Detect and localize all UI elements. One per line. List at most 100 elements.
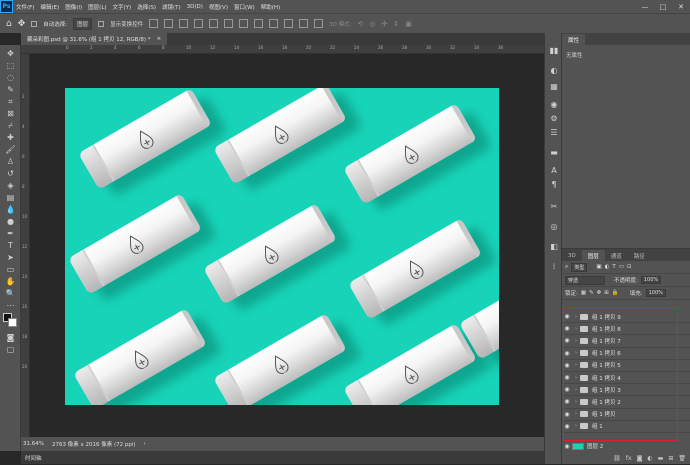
move-tool-icon[interactable]: ✥	[18, 19, 26, 29]
expand-chevron-icon[interactable]: ›	[572, 362, 580, 368]
crop-tool-icon[interactable]: ⌗	[4, 96, 17, 107]
tab-layers[interactable]: 图层	[581, 250, 605, 261]
styles-icon[interactable]: ▬	[549, 147, 559, 157]
maximize-button[interactable]: □	[654, 0, 672, 13]
lock-image-icon[interactable]: ✎	[589, 290, 594, 296]
blur-tool-icon[interactable]: 💧	[4, 204, 17, 215]
delete-layer-icon[interactable]: 🗑	[678, 455, 686, 462]
lock-artboard-icon[interactable]: ⊞	[604, 290, 609, 296]
menu-view[interactable]: 视图(V)	[206, 3, 231, 11]
path-select-icon[interactable]: ➤	[4, 252, 17, 263]
expand-chevron-icon[interactable]: ›	[572, 338, 580, 344]
visibility-eye-icon[interactable]: ◉	[562, 443, 572, 450]
navigator-icon[interactable]: ◧	[549, 241, 559, 251]
filter-shape-icon[interactable]: ▭	[619, 264, 624, 270]
layer-group-row[interactable]: ◉ › 组 1	[562, 421, 690, 433]
can-mockup[interactable]	[68, 193, 202, 295]
layer-name[interactable]: 组 1	[592, 422, 603, 430]
auto-select-dropdown[interactable]: 图层	[73, 17, 93, 30]
menu-file[interactable]: 文件(F)	[13, 3, 37, 11]
menu-type[interactable]: 文字(Y)	[110, 3, 135, 11]
slide-3d-icon[interactable]: ⇕	[393, 20, 399, 28]
can-mockup[interactable]	[73, 308, 207, 405]
can-mockup[interactable]	[343, 323, 477, 405]
auto-select-checkbox[interactable]	[31, 20, 38, 27]
document-tab[interactable]: 藏朵彩图.psd @ 31.6% (组 1 拷贝 12, RGB/8) * ×	[21, 33, 168, 45]
visibility-eye-icon[interactable]: ◉	[562, 350, 572, 357]
marquee-tool-icon[interactable]: ⬚	[4, 60, 17, 71]
visibility-eye-icon[interactable]: ◉	[562, 362, 572, 369]
brushes-icon[interactable]: ☰	[549, 127, 559, 137]
move-tool-icon[interactable]: ✥	[4, 48, 17, 59]
fill-input[interactable]: 100%	[645, 289, 666, 297]
scale-3d-icon[interactable]: ▣	[405, 20, 412, 28]
expand-chevron-icon[interactable]: ›	[572, 350, 580, 356]
healing-brush-icon[interactable]: ✚	[4, 132, 17, 143]
layer-group-row[interactable]: ◉ › 组 1 拷贝 4	[562, 372, 690, 385]
align-hcenter-icon[interactable]	[209, 19, 219, 28]
visibility-eye-icon[interactable]: ◉	[562, 398, 572, 405]
lock-all-icon[interactable]: 🔒	[612, 290, 619, 296]
libraries-icon[interactable]: ⚙	[549, 113, 559, 123]
menu-window[interactable]: 窗口(W)	[231, 3, 258, 11]
layer-name[interactable]: 组 1 拷贝 7	[592, 337, 621, 345]
history-brush-icon[interactable]: ↺	[4, 168, 17, 179]
expand-chevron-icon[interactable]: ›	[572, 314, 580, 320]
expand-chevron-icon[interactable]: ›	[572, 423, 580, 429]
rotate-3d-icon[interactable]: ⟲	[358, 20, 364, 28]
can-mockup[interactable]	[203, 203, 337, 305]
can-mockup[interactable]	[78, 88, 212, 190]
layer-name[interactable]: 组 1 拷贝 3	[592, 386, 621, 394]
filter-type-icon[interactable]: T	[612, 264, 615, 270]
visibility-eye-icon[interactable]: ◉	[562, 411, 572, 418]
quick-mask-icon[interactable]: ◙	[4, 332, 17, 343]
canvas-area[interactable]	[30, 54, 544, 437]
swatches-icon[interactable]: ▦	[549, 81, 559, 91]
status-arrow-icon[interactable]: ›	[144, 441, 146, 447]
layer-group-row[interactable]: ◉ › 组 1 拷贝 8	[562, 323, 690, 336]
tab-properties[interactable]: 属性	[562, 34, 586, 45]
pen-tool-icon[interactable]: ✒	[4, 228, 17, 239]
background-color-swatch[interactable]	[8, 318, 17, 327]
rectangle-tool-icon[interactable]: ▭	[4, 264, 17, 275]
eyedropper-tool-icon[interactable]: ⌿	[4, 120, 17, 131]
screen-mode-icon[interactable]: ▢	[4, 344, 17, 355]
distribute-left-icon[interactable]	[284, 19, 294, 28]
lock-pixels-icon[interactable]: ▦	[581, 290, 586, 296]
menu-select[interactable]: 选择(S)	[134, 3, 159, 11]
menu-filter[interactable]: 滤镜(T)	[159, 3, 184, 11]
more-tools-icon[interactable]: ⋯	[4, 300, 17, 311]
menu-help[interactable]: 帮助(H)	[258, 3, 283, 11]
layer-group-row[interactable]: ◉ › 组 1 拷贝 9	[562, 311, 690, 324]
align-bottom-icon[interactable]	[179, 19, 189, 28]
zoom-level[interactable]: 31.64%	[23, 441, 44, 447]
dock-grip-icon[interactable]: ⁞	[549, 261, 559, 271]
can-mockup[interactable]	[343, 103, 477, 205]
distribute-top-icon[interactable]	[239, 19, 249, 28]
filter-kind-dropdown[interactable]: 类型	[571, 262, 588, 272]
visibility-eye-icon[interactable]: ◉	[562, 325, 572, 332]
history-icon[interactable]: ▮▮	[549, 45, 559, 55]
align-left-icon[interactable]	[194, 19, 204, 28]
align-top-icon[interactable]	[149, 19, 159, 28]
distribute-right-icon[interactable]	[314, 19, 324, 28]
distribute-vcenter-icon[interactable]	[254, 19, 264, 28]
layer-name[interactable]: 组 1 拷贝 5	[592, 361, 621, 369]
opacity-input[interactable]: 100%	[640, 276, 662, 284]
align-right-icon[interactable]	[224, 19, 234, 28]
distribute-bottom-icon[interactable]	[269, 19, 279, 28]
filter-smart-icon[interactable]: ⊡	[627, 264, 632, 270]
artwork-canvas[interactable]	[65, 88, 499, 405]
adjustment-layer-icon[interactable]: ◐	[647, 455, 652, 462]
clone-source-icon[interactable]: ◎	[549, 221, 559, 231]
adjustments-icon[interactable]: ◉	[549, 99, 559, 109]
eraser-tool-icon[interactable]: ◈	[4, 180, 17, 191]
new-group-icon[interactable]: ▬	[658, 455, 664, 462]
visibility-eye-icon[interactable]: ◉	[562, 386, 572, 393]
menu-edit[interactable]: 编辑(E)	[37, 3, 62, 11]
hand-tool-icon[interactable]: ✋	[4, 276, 17, 287]
new-layer-icon[interactable]: ⊞	[668, 455, 673, 462]
tab-channels[interactable]: 通道	[605, 250, 628, 261]
layer-name[interactable]: 组 1 拷贝 6	[592, 349, 621, 357]
expand-chevron-icon[interactable]: ›	[572, 399, 580, 405]
